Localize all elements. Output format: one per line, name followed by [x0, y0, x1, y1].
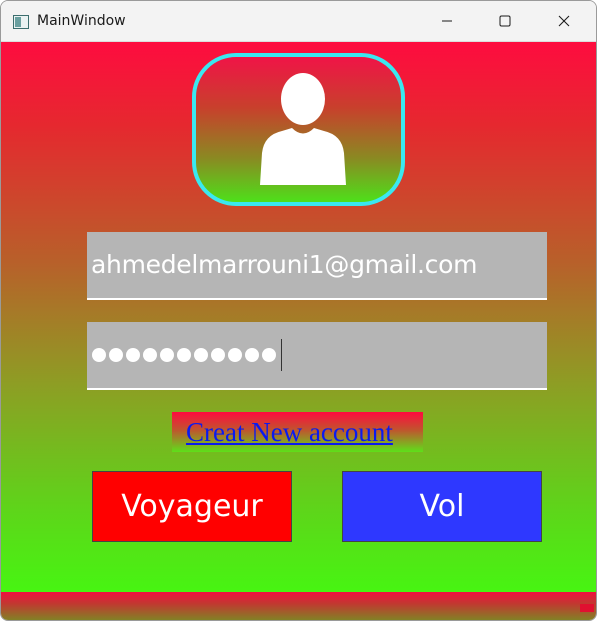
main-content: ahmedelmarrouni1@gmail.com Creat New acc… [1, 42, 596, 592]
create-account-link[interactable]: Creat New account [186, 417, 393, 448]
email-field[interactable]: ahmedelmarrouni1@gmail.com [87, 232, 547, 300]
minimize-icon [441, 12, 453, 31]
text-caret [281, 339, 282, 371]
app-icon [13, 14, 29, 29]
maximize-button[interactable] [476, 1, 534, 41]
voyageur-button[interactable]: Voyageur [92, 471, 292, 542]
password-dot [177, 348, 191, 362]
password-dot [160, 348, 174, 362]
status-bar [1, 592, 596, 620]
user-silhouette-icon [254, 73, 352, 189]
password-dot [194, 348, 208, 362]
password-dot [109, 348, 123, 362]
password-dot [228, 348, 242, 362]
window-title: MainWindow [37, 13, 126, 29]
size-grip[interactable] [580, 604, 594, 612]
password-field[interactable] [87, 322, 547, 390]
password-mask [92, 339, 282, 371]
minimize-button[interactable] [418, 1, 476, 41]
main-window: MainWindow ahmedelmarrouni1@gmail.com Cr… [0, 0, 597, 621]
avatar-frame [192, 53, 405, 206]
password-dot [211, 348, 225, 362]
vol-button[interactable]: Vol [342, 471, 542, 542]
email-value: ahmedelmarrouni1@gmail.com [91, 250, 478, 279]
close-icon [558, 12, 570, 31]
close-button[interactable] [535, 1, 593, 41]
password-dot [262, 348, 276, 362]
password-dot [143, 348, 157, 362]
create-account-link-box[interactable]: Creat New account [172, 412, 423, 452]
password-dot [245, 348, 259, 362]
password-dot [92, 348, 106, 362]
title-bar[interactable]: MainWindow [1, 1, 596, 42]
maximize-icon [499, 12, 511, 31]
password-dot [126, 348, 140, 362]
